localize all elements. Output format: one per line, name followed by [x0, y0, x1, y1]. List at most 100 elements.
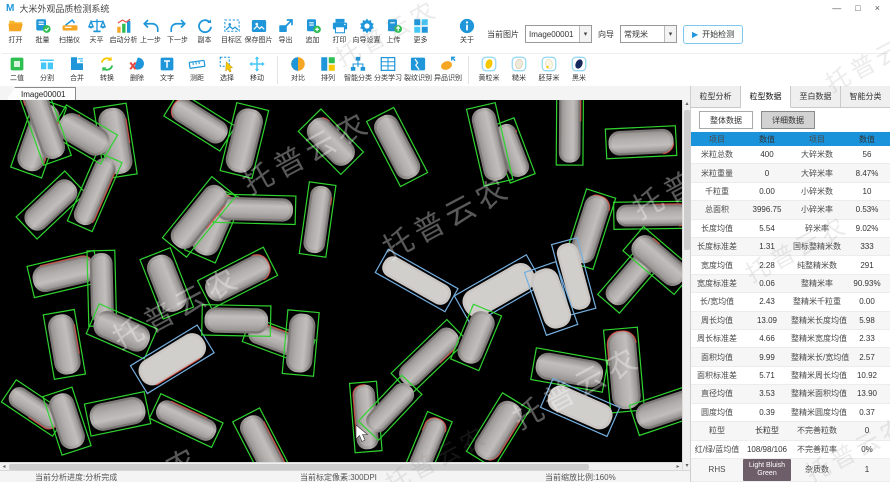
- toolbar-button-classlearn[interactable]: 分类学习: [374, 54, 403, 83]
- toolbar-button-split[interactable]: 分割: [33, 54, 62, 83]
- toolbar-button-more[interactable]: 更多: [408, 16, 434, 45]
- specimen-canvas[interactable]: 托普云农托普云农托普云农托普云农托普云农托普云农托普云农: [0, 100, 682, 462]
- toolbar-button-label: 智能分类: [344, 75, 372, 82]
- toolbar-button-analyze[interactable]: 启动分析: [110, 16, 138, 45]
- panel-tab-智能分类[interactable]: 智能分类: [841, 86, 890, 107]
- toolbar-button-text[interactable]: 文字: [153, 54, 182, 83]
- copy-icon: [196, 16, 214, 36]
- panel-tab-垩白数据[interactable]: 垩白数据: [791, 86, 841, 107]
- toolbar-button-label: 糙米: [512, 75, 526, 82]
- metric-value: 2.43: [759, 297, 775, 307]
- toolbar-button-brownrice[interactable]: 糙米: [505, 54, 534, 83]
- metric-value: 1: [864, 465, 870, 475]
- image-tab[interactable]: Image00001: [6, 87, 77, 101]
- metric-label: 整精米宽度均值: [791, 334, 847, 344]
- metric-value: 5.71: [759, 371, 775, 381]
- toolbar-button-select[interactable]: 选择: [213, 54, 242, 83]
- toolbar-button-saveimg[interactable]: 保存图片: [245, 16, 273, 45]
- panel-tab-粒型数据[interactable]: 粒型数据: [741, 86, 791, 108]
- toolbar-button-label: 胚芽米: [538, 75, 560, 82]
- toolbar-button-label: 向导设置: [352, 37, 381, 44]
- toolbar-button-target[interactable]: 目标区: [219, 16, 245, 45]
- toolbar-button-export[interactable]: 导出: [273, 16, 299, 45]
- maximize-icon[interactable]: □: [855, 0, 860, 16]
- toolbar-button-batch[interactable]: 批量: [30, 16, 56, 45]
- delete-icon: [128, 54, 146, 74]
- window-title: 大米外观品质检测系统: [19, 3, 110, 14]
- more-icon: [412, 16, 430, 36]
- metric-label: 圆度均值: [701, 407, 733, 417]
- toolbar-button-balance[interactable]: 天平: [84, 16, 110, 45]
- toolbar-button-about[interactable]: 关于: [454, 16, 480, 45]
- toolbar-button-measure[interactable]: 测距: [183, 54, 212, 83]
- toolbar-button-label: 排列: [321, 75, 335, 82]
- metric-value: 2.33: [859, 334, 875, 344]
- metric-value: 5.98: [859, 315, 875, 325]
- toolbar-button-yellowrice[interactable]: 黄粒米: [475, 54, 504, 83]
- convert-icon: [98, 54, 116, 74]
- metric-label: 整精米圆度均值: [791, 407, 847, 417]
- toolbar-button-open[interactable]: 打开: [3, 16, 29, 45]
- panel-subtab-整体数据[interactable]: 整体数据: [699, 111, 753, 129]
- toolbar-button-label: 转换: [100, 75, 114, 82]
- toolbar-button-label: 关于: [460, 37, 474, 44]
- toolbar-button-copy[interactable]: 副本: [192, 16, 218, 45]
- close-icon[interactable]: ×: [875, 0, 880, 16]
- metric-label: 长度均值: [701, 223, 733, 233]
- toolbar-button-label: 打印: [332, 37, 347, 44]
- toolbar-button-compare[interactable]: 对比: [284, 54, 313, 83]
- wizard-icon: [358, 16, 376, 36]
- about-icon: [458, 16, 476, 36]
- toolbar-button-scanner[interactable]: 扫描仪: [57, 16, 83, 45]
- compare-icon: [289, 54, 307, 74]
- toolbar-button-binary[interactable]: 二值: [3, 54, 32, 83]
- toolbar-button-label: 选择: [220, 75, 234, 82]
- metric-value: 333: [860, 242, 874, 252]
- toolbar-button-merge[interactable]: 合并: [63, 54, 92, 83]
- scanner-icon: [61, 16, 79, 36]
- toolbar-button-blackrice[interactable]: 黑米: [565, 54, 594, 83]
- start-detect-button[interactable]: ▶ 开始检测: [683, 24, 744, 44]
- toolbar-button-smartclass[interactable]: 智能分类: [344, 54, 373, 83]
- toolbar-button-crack[interactable]: 裂纹识别: [404, 54, 433, 83]
- metric-label: 整精米千粒重: [793, 297, 841, 307]
- table-row: 面积标准差 5.71 整精米周长均值 10.92: [691, 366, 890, 386]
- metric-value: 9.02%: [855, 223, 879, 233]
- current-image-select[interactable]: Image00001 ▾: [525, 25, 592, 43]
- toolbar-button-print[interactable]: 打印: [327, 16, 353, 45]
- toolbar-button-next[interactable]: 下一步: [165, 16, 191, 45]
- app-logo: M: [6, 2, 15, 14]
- blackrice-icon: [570, 54, 588, 74]
- metric-value: 0.53%: [855, 205, 879, 215]
- toolbar-button-label: 黑米: [572, 75, 586, 82]
- rice-grain[interactable]: [201, 303, 272, 338]
- toolbar-button-label: 上传: [386, 37, 401, 44]
- toolbar-button-arrange[interactable]: 排列: [314, 54, 343, 83]
- wizard-select[interactable]: 常规米 ▾: [620, 25, 677, 43]
- metric-label: 纯整精米数: [797, 260, 837, 270]
- toolbar-separator: [277, 56, 278, 84]
- toolbar-button-label: 打开: [8, 37, 23, 44]
- table-row: 总面积 3996.75 小碎米率 0.53%: [691, 201, 890, 220]
- minimize-icon[interactable]: —: [832, 0, 841, 16]
- toolbar-button-upload[interactable]: 上传: [381, 16, 407, 45]
- toolbar-button-wizard[interactable]: 向导设置: [352, 16, 381, 45]
- panel-tab-粒型分析[interactable]: 粒型分析: [691, 86, 741, 107]
- toolbar-button-prev[interactable]: 上一步: [138, 16, 164, 45]
- toolbar-button-germrice[interactable]: 胚芽米: [535, 54, 564, 83]
- metric-value: 2.28: [759, 260, 775, 270]
- start-detect-label: 开始检测: [702, 29, 735, 39]
- toolbar-button-delete[interactable]: 删除: [123, 54, 152, 83]
- toolbar-button-foreign[interactable]: 异品识别: [434, 54, 463, 83]
- toolbar-button-convert[interactable]: 转换: [93, 54, 122, 83]
- rice-grain-image[interactable]: 托普云农托普云农托普云农托普云农托普云农托普云农托普云农: [0, 100, 682, 462]
- metric-label: 宽度均值: [701, 260, 733, 270]
- table-row: 宽度标准差 0.06 整精米率 90.93%: [691, 274, 890, 294]
- panel-subtab-详细数据[interactable]: 详细数据: [761, 111, 815, 129]
- toolbar-button-move[interactable]: 移动: [243, 54, 272, 83]
- wizard-value: 常规米: [624, 29, 648, 39]
- rice-grain[interactable]: [555, 100, 585, 166]
- status-item: 当前分析进度:分析完成: [35, 473, 118, 482]
- metric-value: 10.92: [856, 371, 878, 381]
- toolbar-button-append[interactable]: 追加: [300, 16, 326, 45]
